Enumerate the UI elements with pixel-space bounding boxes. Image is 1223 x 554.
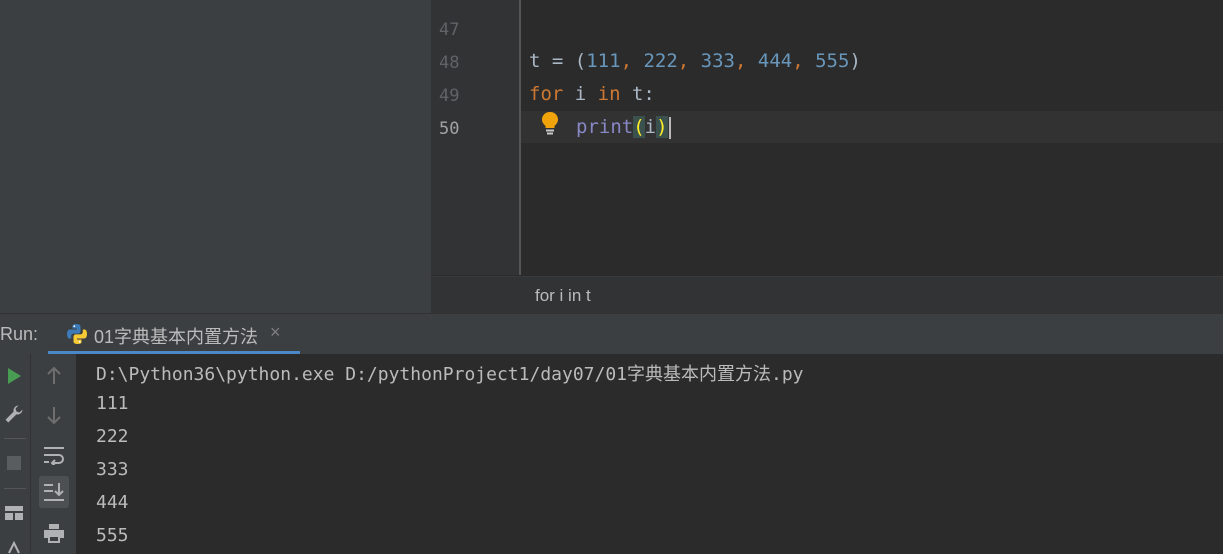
- play-icon: [8, 368, 21, 384]
- scroll-to-end-icon: [44, 483, 64, 501]
- breadcrumb[interactable]: for i in t: [535, 286, 591, 306]
- keyword-in: in: [597, 83, 621, 105]
- builtin-print: print: [576, 116, 634, 138]
- python-icon: [67, 324, 87, 344]
- token: t: [529, 50, 541, 72]
- soft-wrap-button[interactable]: [41, 442, 67, 468]
- console-output-line: 444: [96, 492, 129, 513]
- number-literal: 222: [643, 50, 678, 72]
- console-output-line: 111: [96, 393, 129, 414]
- pin-button[interactable]: [2, 540, 26, 554]
- number-literal: 111: [586, 50, 621, 72]
- project-panel: [0, 0, 431, 313]
- run-toolbar-secondary: [31, 354, 76, 554]
- previous-occurrence-button[interactable]: [41, 363, 67, 389]
- run-tab-label: 01字典基本内置方法: [94, 327, 259, 347]
- scroll-to-end-button[interactable]: [39, 476, 69, 508]
- close-icon[interactable]: ×: [270, 322, 281, 343]
- arrow-up-icon: [47, 366, 61, 384]
- keyword-for: for: [529, 83, 564, 105]
- code-line-49[interactable]: for i in t:: [529, 83, 655, 105]
- token: i: [563, 83, 598, 105]
- arrow-down-icon: [47, 407, 61, 425]
- run-label: Run:: [0, 324, 39, 344]
- token: t:: [620, 83, 655, 105]
- number-literal: 444: [757, 50, 793, 72]
- token: =: [540, 50, 575, 72]
- stop-button[interactable]: [2, 451, 26, 475]
- settings-button[interactable]: [1, 401, 27, 427]
- token: i: [644, 116, 657, 138]
- line-number: 49: [439, 86, 460, 106]
- matched-paren: (: [633, 116, 645, 138]
- number-literal: 333: [700, 50, 735, 72]
- run-console[interactable]: D:\Python36\python.exe D:/pythonProject1…: [77, 354, 1223, 554]
- number-literal: 555: [815, 50, 850, 72]
- soft-wrap-icon: [44, 447, 64, 465]
- wrench-icon: [5, 405, 23, 423]
- printer-icon: [44, 524, 64, 543]
- code-line-50[interactable]: print(i): [576, 116, 671, 139]
- breadcrumb-bar: for i in t: [431, 276, 1223, 314]
- print-button[interactable]: [41, 520, 67, 546]
- code-editor[interactable]: 47 48 49 50 t = (111, 222, 333, 444, 555…: [431, 0, 1223, 314]
- token: ): [849, 50, 861, 72]
- matched-paren: ): [656, 116, 668, 138]
- pin-icon: [8, 540, 20, 554]
- code-line-48[interactable]: t = (111, 222, 333, 444, 555): [529, 50, 861, 72]
- next-occurrence-button[interactable]: [41, 402, 67, 428]
- console-output-line: 333: [96, 459, 129, 480]
- token: ,: [620, 50, 644, 72]
- token: (: [574, 50, 587, 72]
- text-caret: [668, 116, 671, 139]
- line-number-current: 50: [439, 119, 460, 139]
- token: ,: [677, 50, 701, 72]
- run-toolwindow-header: Run: 01字典基本内置方法 ×: [0, 313, 1223, 354]
- line-number: 47: [439, 20, 460, 40]
- rerun-button[interactable]: [2, 364, 26, 388]
- run-tab[interactable]: 01字典基本内置方法 ×: [48, 314, 300, 354]
- lightbulb-icon[interactable]: [539, 110, 561, 136]
- layout-icon: [5, 506, 23, 520]
- layout-button[interactable]: [1, 500, 27, 526]
- console-output-line: 222: [96, 426, 129, 447]
- token: ,: [792, 50, 816, 72]
- token: ,: [735, 50, 758, 72]
- stop-icon: [7, 456, 21, 470]
- console-command-line: D:\Python36\python.exe D:/pythonProject1…: [96, 364, 804, 385]
- toolbar-separator: [4, 488, 26, 489]
- toolbar-separator: [4, 438, 26, 439]
- console-output-line: 555: [96, 525, 129, 546]
- run-toolbar-primary: [0, 354, 31, 554]
- line-number: 48: [439, 53, 460, 73]
